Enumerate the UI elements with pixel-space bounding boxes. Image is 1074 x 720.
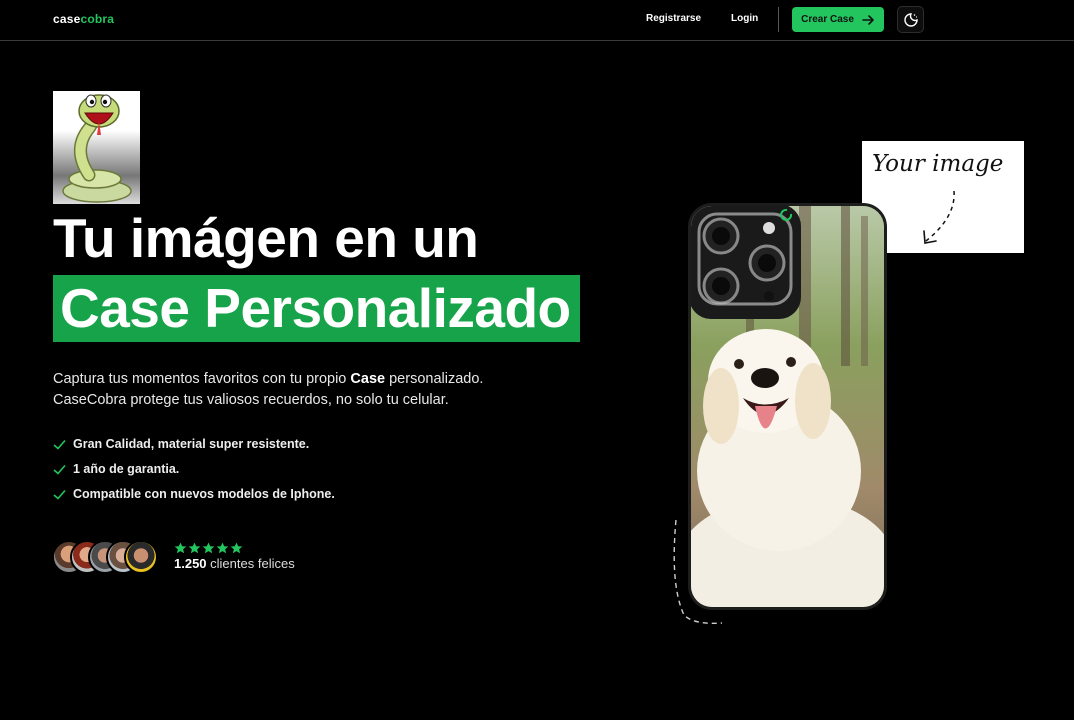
arrow-right-icon <box>862 14 874 25</box>
star-icon <box>230 542 243 554</box>
theme-toggle-button[interactable] <box>897 6 924 33</box>
star-icon <box>216 542 229 554</box>
customer-avatars <box>52 540 162 575</box>
avatar <box>124 540 158 574</box>
check-icon <box>53 464 66 475</box>
check-icon <box>53 489 66 500</box>
logo[interactable]: casecobra <box>53 12 114 26</box>
create-case-button[interactable]: Crear Case <box>792 7 884 32</box>
check-icon <box>53 439 66 450</box>
dashed-arrow-icon <box>923 190 955 244</box>
nav-divider <box>778 7 779 32</box>
hero-title-line1: Tu imágen en un <box>53 207 479 269</box>
register-link[interactable]: Registrarse <box>646 13 701 24</box>
hero-description: Captura tus momentos favoritos con tu pr… <box>53 371 484 408</box>
theme-toggle-icon <box>903 12 918 27</box>
login-link[interactable]: Login <box>731 13 758 24</box>
rating-stars <box>174 542 243 554</box>
feature-item: Compatible con nuevos modelos de Iphone. <box>53 487 335 501</box>
star-icon <box>188 542 201 554</box>
phone-case-preview <box>688 203 887 610</box>
star-icon <box>174 542 187 554</box>
review-count: 1.250 clientes felices <box>174 556 295 571</box>
feature-item: Gran Calidad, material super resistente. <box>53 437 309 451</box>
snake-mascot-image <box>53 91 140 204</box>
hero-title-line2: Case Personalizado <box>60 277 571 339</box>
feature-item: 1 año de garantia. <box>53 462 179 476</box>
dog-photo <box>691 206 884 607</box>
star-icon <box>202 542 215 554</box>
navbar: casecobra Registrarse Login Crear Case <box>0 0 1074 41</box>
